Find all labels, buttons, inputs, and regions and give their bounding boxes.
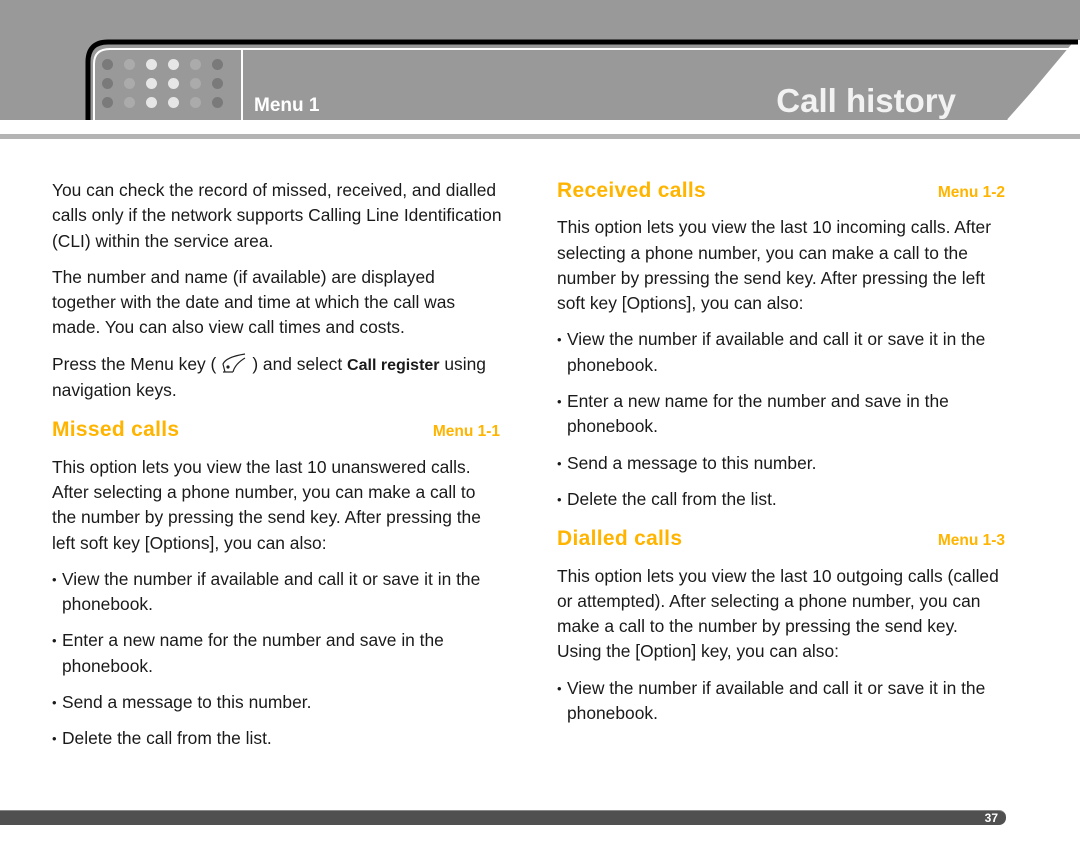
intro-paragraph-2: The number and name (if available) are d… [52,266,456,338]
header-rule [0,134,1080,139]
section-menu-number: Menu 1-1 [432,423,500,441]
decorative-dot [102,97,113,108]
intro-paragraph-3: Press the Menu key ( ) and select Call re… [52,352,502,404]
intro-paragraph-1: You can check the record of missed, rece… [52,180,502,251]
section-header-received-calls: Received calls Menu 1-2 [557,178,1007,205]
decorative-dot [190,97,201,108]
section-body: This option lets you view the last 10 in… [557,217,992,314]
section-title: Dialled calls [557,527,683,551]
header-gap [0,120,1080,134]
decorative-dot [190,59,201,70]
decorative-dot [146,59,157,70]
list-item: Enter a new name for the number and save… [557,389,1007,440]
list-item: View the number if available and call it… [557,676,1007,727]
decorative-dot [146,97,157,108]
intro-text-before: Press the Menu key ( [52,353,217,374]
header-dots-decoration [102,59,234,113]
decorative-dot [212,97,223,108]
section-header-missed-calls: Missed calls Menu 1-1 [52,417,502,444]
option-list-dialled-calls: View the number if available and call it… [557,676,1007,727]
list-item: Send a message to this number. [52,690,502,716]
section-menu-number: Menu 1-2 [937,184,1005,201]
section-title: Received calls [557,179,706,202]
section-body: This option lets you view the last 10 ou… [557,565,999,662]
list-item: Delete the call from the list. [52,726,502,752]
decorative-dot [168,97,179,108]
decorative-dot [190,78,201,89]
decorative-dot [212,78,223,89]
decorative-dot [124,59,135,70]
section-menu-number: Menu 1-3 [937,532,1005,550]
decorative-dot [212,59,223,70]
page-number: 37 [984,811,998,825]
footer-bar: 37 [0,810,1006,825]
intro-text-mid: ) and select [252,353,348,374]
call-register-label: Call register [347,356,440,374]
list-item: Send a message to this number. [557,451,1007,477]
menu-key-icon [220,352,248,374]
section-title: Missed calls [52,418,180,442]
menu-number-label: Menu 1 [254,95,320,116]
decorative-dot [124,97,135,108]
section-header-dialled-calls: Dialled calls Menu 1-3 [557,526,1007,553]
list-item: Delete the call from the list. [557,487,1007,513]
decorative-dot [146,78,157,89]
right-column: Received calls Menu 1-2 This option lets… [557,178,1007,737]
option-list-missed-calls: View the number if available and call it… [52,567,502,752]
left-column: You can check the record of missed, rece… [52,178,502,763]
decorative-dot [102,59,113,70]
decorative-dot [102,78,113,89]
list-item: View the number if available and call it… [557,327,1007,378]
list-item: Enter a new name for the number and save… [52,628,502,679]
decorative-dot [124,78,135,89]
option-list-received-calls: View the number if available and call it… [557,327,1007,512]
decorative-dot [168,78,179,89]
list-item: View the number if available and call it… [52,567,502,618]
page-title: Call history [776,82,956,119]
decorative-dot [168,59,179,70]
section-body: This option lets you view the last 10 un… [52,456,481,553]
